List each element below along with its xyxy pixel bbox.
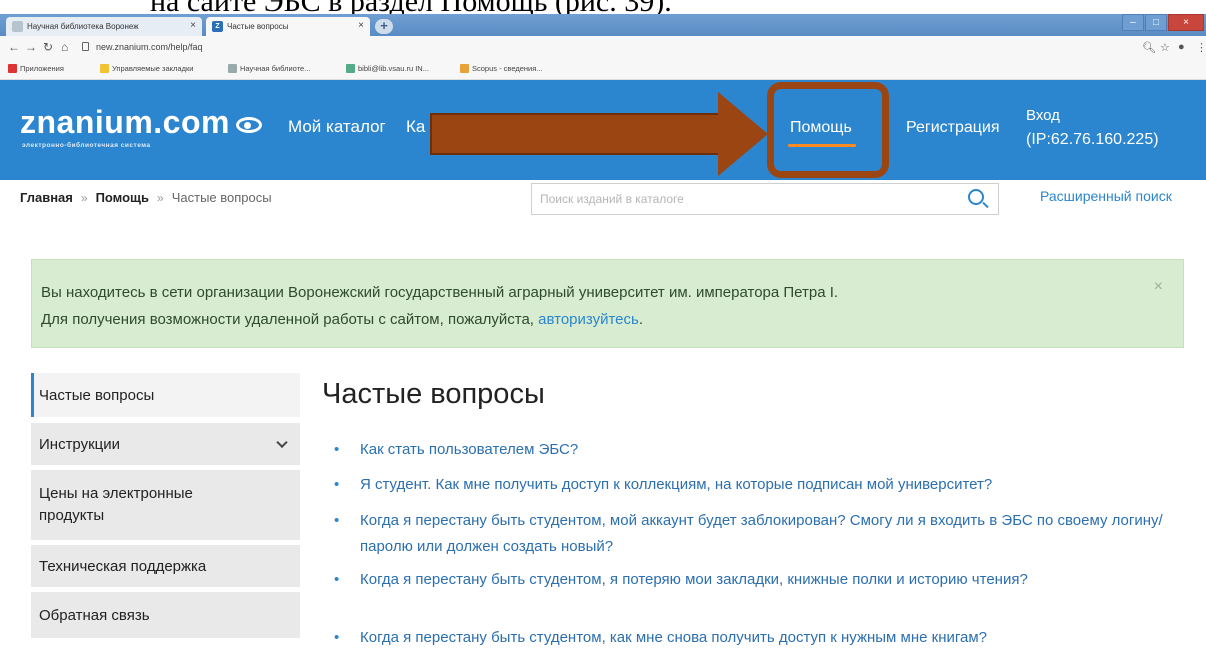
- bullet-icon: •: [334, 571, 340, 588]
- notice-line-2: Для получения возможности удаленной рабо…: [41, 311, 644, 328]
- tab-close-icon[interactable]: ×: [358, 20, 364, 31]
- tab-close-icon[interactable]: ×: [190, 20, 196, 31]
- site-logo[interactable]: znanium.com: [20, 104, 230, 141]
- close-window-button[interactable]: ×: [1168, 14, 1204, 31]
- bookmark-library[interactable]: Научная библиоте...: [228, 64, 310, 73]
- faq-item[interactable]: • Когда я перестану быть студентом, я по…: [334, 567, 1206, 593]
- annotation-highlight-box: [767, 82, 889, 178]
- url-field[interactable]: new.znanium.com/help/faq: [96, 42, 203, 52]
- notice-line-1: Вы находитесь в сети организации Воронеж…: [41, 284, 839, 301]
- bookmarks-bar: Приложения Управляемые закладки Научная …: [0, 60, 1206, 80]
- bullet-icon: •: [334, 512, 340, 529]
- faq-item[interactable]: • Как стать пользователем ЭБС?: [334, 437, 1206, 463]
- annotation-arrow: [430, 113, 720, 155]
- faq-item[interactable]: • Когда я перестану быть студентом, мой …: [334, 508, 1206, 560]
- lock-icon: [82, 42, 89, 51]
- reload-icon[interactable]: ↻: [43, 40, 53, 54]
- apps-grid-icon: [8, 64, 17, 73]
- faq-item[interactable]: • Я студент. Как мне получить доступ к к…: [334, 472, 1206, 498]
- breadcrumb-help[interactable]: Помощь: [96, 190, 149, 205]
- advanced-search-link[interactable]: Расширенный поиск: [1040, 188, 1172, 204]
- bullet-icon: •: [334, 476, 340, 493]
- scopus-icon: [460, 64, 469, 73]
- authorize-link[interactable]: авторизуйтесь: [538, 311, 639, 328]
- sidebar-item-feedback[interactable]: Обратная связь: [31, 592, 300, 638]
- faq-item[interactable]: • Когда я перестану быть студентом, как …: [334, 625, 1206, 651]
- bookmark-apps[interactable]: Приложения: [8, 64, 64, 73]
- eye-icon[interactable]: [236, 117, 262, 133]
- close-icon[interactable]: ×: [1154, 278, 1163, 296]
- bookmark-scopus[interactable]: Scopus - сведения...: [460, 64, 543, 73]
- search-input[interactable]: [532, 184, 952, 214]
- bookmark-managed[interactable]: Управляемые закладки: [100, 64, 193, 73]
- sidebar-item-prices[interactable]: Цены на электронные продукты: [31, 470, 300, 540]
- new-tab-button[interactable]: +: [375, 19, 393, 34]
- address-bar: ← → ↻ ⌂ new.znanium.com/help/faq 🔍︎ ☆ ● …: [0, 36, 1206, 60]
- login-ip-label: (IP:62.76.160.225): [1026, 131, 1159, 148]
- sidebar-item-instructions[interactable]: Инструкции: [31, 423, 300, 465]
- profile-icon[interactable]: ●: [1178, 41, 1185, 53]
- tab-library[interactable]: Научная библиотека Воронеж ×: [6, 17, 202, 36]
- chevron-down-icon[interactable]: [276, 436, 288, 449]
- breadcrumb-separator: »: [80, 191, 88, 205]
- sidebar-item-faq[interactable]: Частые вопросы: [31, 373, 300, 417]
- bullet-icon: •: [334, 441, 340, 458]
- forward-arrow-icon[interactable]: →: [25, 40, 37, 54]
- library-favicon-icon: [12, 21, 23, 32]
- document-caption-text: на сайте ЭБС в раздел Помощь (рис. 39).: [150, 0, 672, 14]
- mail-icon: [346, 64, 355, 73]
- nav-register[interactable]: Регистрация: [906, 119, 1000, 137]
- document-caption: на сайте ЭБС в раздел Помощь (рис. 39).: [0, 0, 1206, 14]
- nav-login[interactable]: Вход: [1026, 107, 1060, 124]
- folder-icon: [100, 64, 109, 73]
- breadcrumb-current: Частые вопросы: [171, 190, 272, 205]
- network-notice: Вы находитесь в сети организации Воронеж…: [31, 259, 1184, 348]
- tab-faq[interactable]: Z Частые вопросы ×: [206, 17, 370, 36]
- breadcrumb-separator: »: [157, 191, 164, 205]
- page-title: Частые вопросы: [322, 378, 545, 410]
- sidebar-item-support[interactable]: Техническая поддержка: [31, 545, 300, 587]
- minimize-button[interactable]: –: [1122, 14, 1144, 31]
- zoom-icon[interactable]: 🔍︎: [1142, 41, 1156, 54]
- globe-icon: [228, 64, 237, 73]
- bullet-icon: •: [334, 629, 340, 646]
- browser-tabstrip: Научная библиотека Воронеж × Z Частые во…: [0, 14, 1206, 36]
- search-icon[interactable]: [968, 189, 984, 205]
- nav-my-catalog[interactable]: Мой каталог: [288, 117, 386, 137]
- bookmark-star-icon[interactable]: ☆: [1160, 41, 1170, 54]
- annotation-arrow-head: [718, 92, 768, 176]
- nav-catalog[interactable]: Ка: [406, 117, 425, 137]
- site-logo-subtitle: электронно-библиотечная система: [22, 142, 151, 149]
- catalog-search: [531, 183, 999, 215]
- breadcrumb-home[interactable]: Главная: [20, 190, 73, 205]
- tab-faq-title: Частые вопросы: [227, 22, 289, 31]
- bookmark-bibli[interactable]: bibli@lib.vsau.ru IN...: [346, 64, 429, 73]
- back-arrow-icon[interactable]: ←: [8, 40, 20, 54]
- tab-library-title: Научная библиотека Воронеж: [27, 22, 139, 31]
- znanium-favicon-icon: Z: [212, 21, 223, 32]
- maximize-button[interactable]: □: [1145, 14, 1167, 31]
- breadcrumb: Главная » Помощь » Частые вопросы: [20, 190, 272, 205]
- menu-icon[interactable]: ⋮: [1196, 41, 1206, 54]
- home-icon[interactable]: ⌂: [61, 40, 68, 54]
